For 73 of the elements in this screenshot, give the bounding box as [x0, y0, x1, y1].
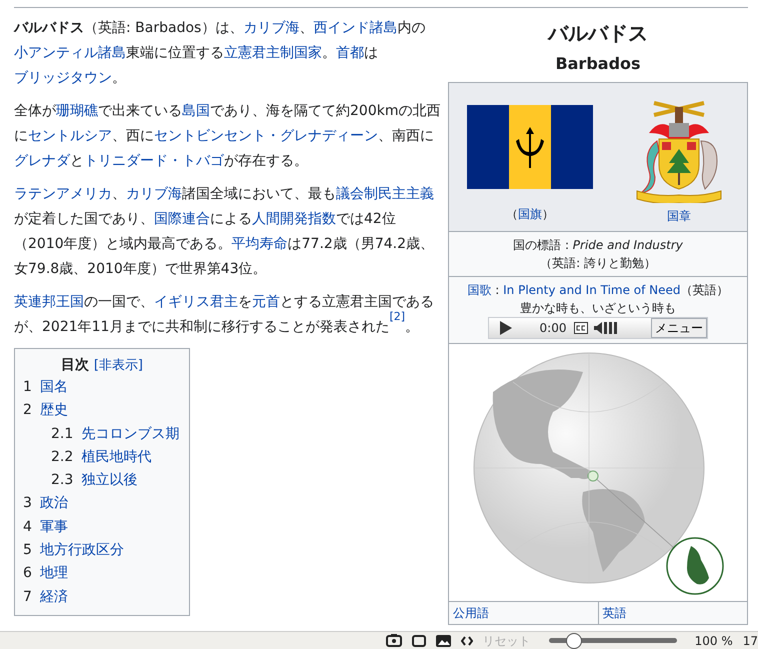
link[interactable]: セントルシア — [28, 128, 112, 144]
link[interactable]: 首都 — [336, 45, 364, 61]
toc-number: 2 — [23, 402, 32, 418]
toc-number: 2.1 — [51, 426, 74, 442]
link[interactable]: 国歌 — [467, 283, 492, 297]
toc-link[interactable]: 国名 — [40, 379, 68, 395]
link[interactable]: 国家 — [294, 45, 322, 61]
link[interactable]: 国章 — [667, 209, 691, 223]
link[interactable]: 島国 — [182, 103, 210, 119]
toc-link[interactable]: 歴史 — [40, 402, 68, 418]
link[interactable]: 人間開発指数 — [252, 211, 336, 227]
link[interactable]: 平均寿命 — [232, 236, 288, 252]
infobox-title: バルバドス — [546, 20, 649, 47]
toc-link[interactable]: 経済 — [40, 588, 68, 605]
captions-icon[interactable] — [574, 322, 588, 334]
link[interactable]: カリブ海 — [243, 20, 300, 36]
toc-link[interactable]: 地方行政区分 — [40, 542, 124, 558]
link[interactable]: 小アンティル諸島 — [14, 45, 126, 61]
menu-button[interactable]: メニュー — [650, 318, 707, 338]
zoom-level: 100 % — [694, 632, 733, 649]
link[interactable]: 元首 — [252, 294, 280, 310]
link[interactable]: イギリス君主 — [154, 294, 238, 310]
motto-translation: （英語: 誇りと勤勉） — [539, 255, 657, 272]
link[interactable]: ブリッジタウン — [14, 70, 112, 86]
anthem-translation: 豊かな時も、いざという時も — [519, 300, 677, 317]
link[interactable]: トリニダード・トバゴ — [84, 153, 224, 169]
toc-link[interactable]: 地理 — [40, 565, 68, 582]
link[interactable]: In Plenty and In Time of Need — [503, 283, 681, 297]
status-text: 17 — [742, 632, 758, 649]
link[interactable]: 英連邦王国 — [14, 294, 84, 310]
link[interactable]: ラテンアメリカ — [14, 186, 112, 202]
camera-icon[interactable] — [386, 634, 402, 647]
paragraph: 全体が珊瑚礁で出来ている島国であり、海を隔てて約200kmの北西にセントルシア、西にセントビンセント・グレナディーン、南西に グレナダと トリニダード・トバゴが存在する。 — [14, 102, 442, 171]
toc-number: 4 — [23, 518, 32, 535]
playback-time: 0:00 — [540, 320, 566, 337]
toc-link[interactable]: 先コロンブス期 — [81, 426, 180, 442]
island-inset-drawing — [665, 536, 725, 596]
paragraph: バルバドス（英語: Barbados）は、カリブ海、西インド諸島内の 小アンティル諸島東端に位置する立憲君主制国家。首都は ブリッジタウン。 — [14, 19, 426, 88]
flag-caption: （国旗） — [505, 206, 555, 223]
toc-number: 3 — [23, 495, 32, 512]
toc-link[interactable]: 政治 — [40, 495, 68, 512]
toc-number: 1 — [23, 379, 32, 395]
row-label[interactable]: 公用語 — [449, 602, 598, 624]
image-icon[interactable] — [436, 634, 451, 646]
toc-number: 6 — [23, 565, 32, 582]
infobox-subtitle: Barbados — [554, 53, 642, 75]
toc-title: 目次 — [60, 357, 89, 373]
square-icon[interactable] — [412, 634, 426, 646]
reference-link[interactable]: [2] — [389, 310, 406, 323]
slider-thumb[interactable] — [566, 633, 582, 649]
link[interactable]: 国旗 — [518, 207, 542, 221]
play-icon[interactable] — [499, 321, 513, 335]
row-value[interactable]: 英語 — [598, 602, 747, 624]
hide-link[interactable]: [非表示] — [94, 358, 144, 373]
toc-number: 2.2 — [51, 448, 74, 465]
toc-link[interactable]: 植民地時代 — [81, 448, 152, 465]
link[interactable]: カリブ海 — [126, 186, 182, 202]
link[interactable]: グレナダ — [14, 153, 70, 169]
paragraph: ラテンアメリカ、カリブ海諸国全域において、最も議会制民主主義 が定着した国であり、国際連合による人間開発指数では42位（2010年度）と域内最高である。平均寿命は77.2歳（男74.2歳、女79.8歳、2010年度）で世界第43位。 — [14, 185, 435, 279]
toc-number: 5 — [23, 542, 32, 558]
link[interactable]: セントビンセント・グレナディーン — [154, 128, 378, 144]
toc-link[interactable]: 軍事 — [40, 518, 68, 535]
link[interactable]: 西インド諸島 — [313, 20, 398, 36]
toc-number: 7 — [23, 588, 32, 605]
motto: 国の標語 : Pride and Industry — [512, 237, 684, 254]
toc-link[interactable]: 独立以後 — [81, 472, 138, 488]
link[interactable]: 珊瑚礁 — [56, 103, 98, 119]
link[interactable]: 議会制民主主義 — [336, 186, 434, 202]
anthem-title: 国歌 : In Plenty and In Time of Need（英語） — [466, 282, 730, 299]
link[interactable]: 国際連合 — [154, 211, 210, 227]
code-icon[interactable] — [460, 636, 473, 646]
toc-number: 2.3 — [51, 472, 74, 488]
link[interactable]: 立憲君主制 — [224, 45, 294, 61]
